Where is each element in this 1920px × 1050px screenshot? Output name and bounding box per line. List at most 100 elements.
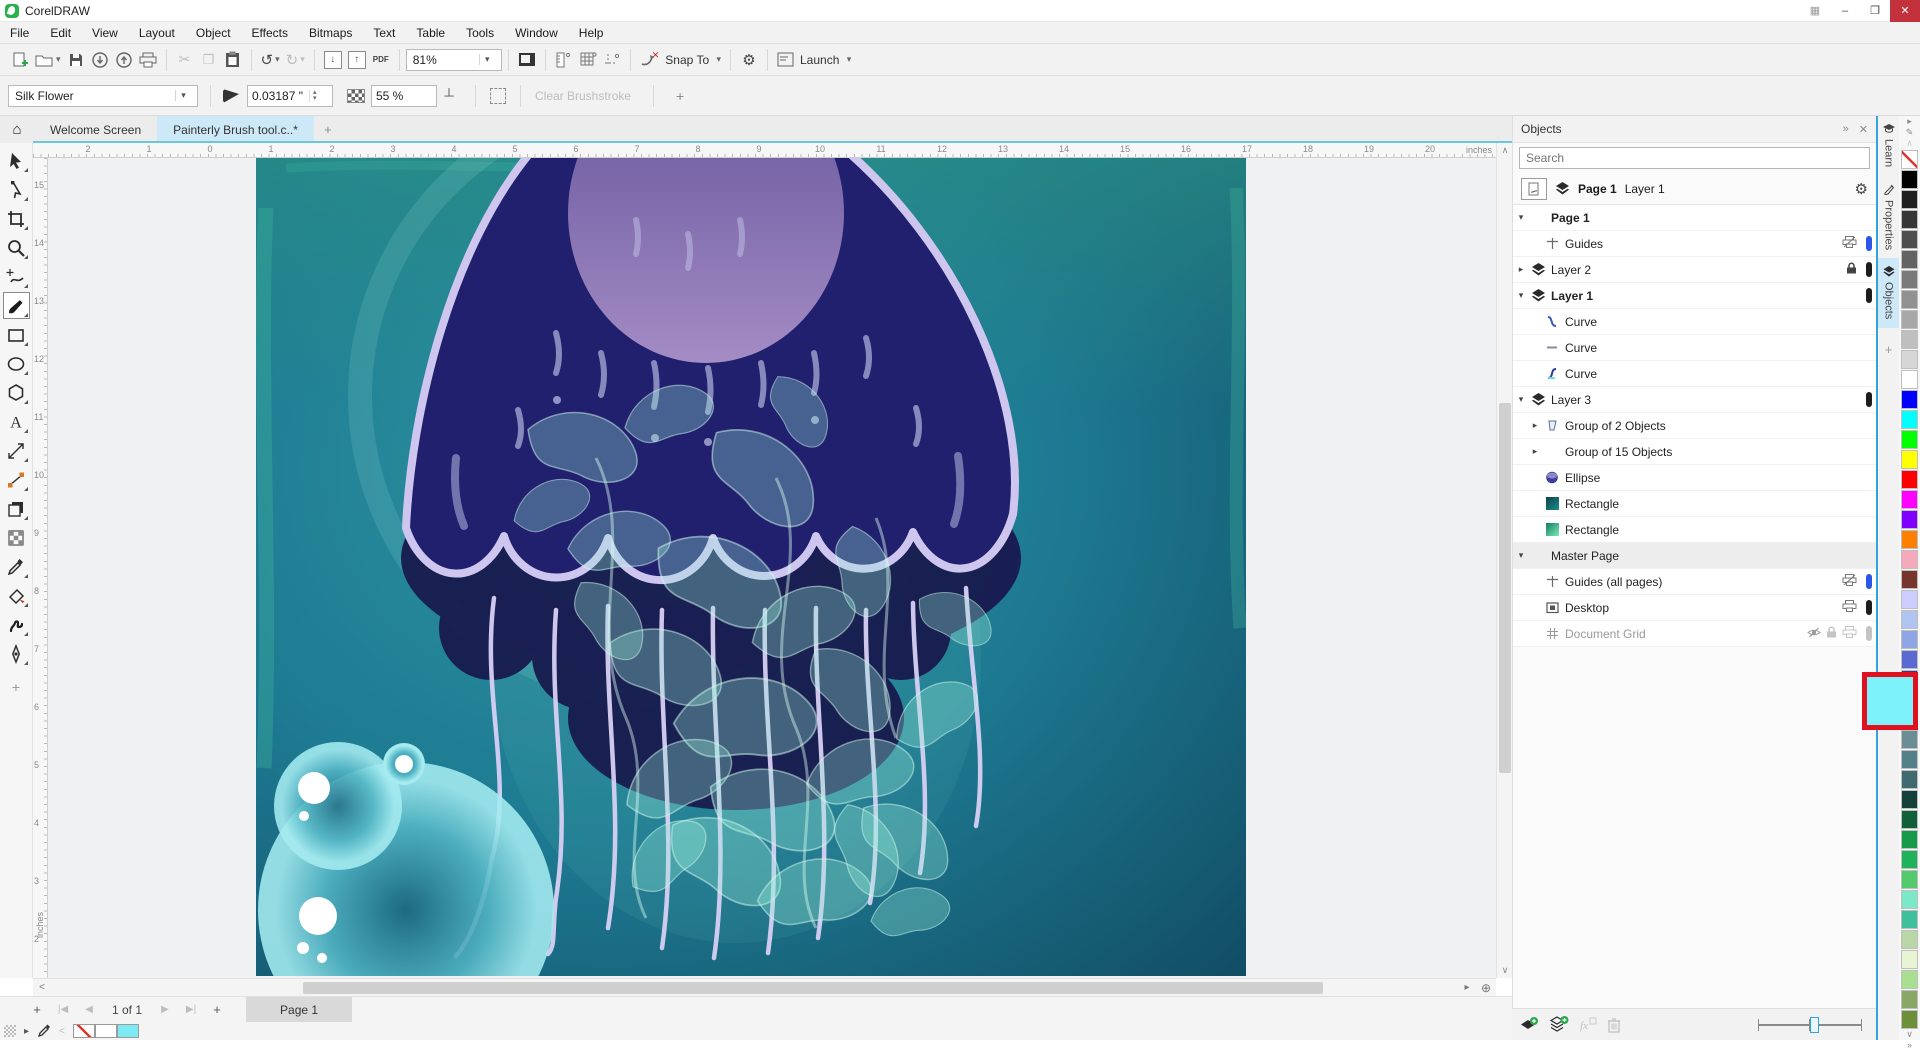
redo-button[interactable]: ↻▾ [283, 48, 308, 72]
add-page-button[interactable]: + [26, 1002, 48, 1017]
search-input[interactable] [1519, 147, 1870, 169]
shape-tool[interactable] [3, 176, 30, 203]
highlight-annotation-cyan-swatch[interactable] [1862, 672, 1918, 730]
launch-button[interactable]: Launch ▾ [774, 48, 854, 72]
tree-row-guides-all-pages-[interactable]: Guides (all pages) [1513, 569, 1876, 595]
layer-color-pill[interactable] [1866, 626, 1872, 641]
feedback-icon[interactable]: ▦ [1800, 0, 1830, 22]
tree-row-curve[interactable]: Curve [1513, 309, 1876, 335]
palette-scroll-up-icon[interactable]: ∧ [1906, 138, 1913, 149]
color-swatch[interactable] [1901, 510, 1918, 529]
layer-color-pill[interactable] [1866, 236, 1872, 251]
slider-thumb[interactable] [1810, 1017, 1819, 1033]
color-swatch[interactable] [1901, 550, 1918, 569]
open-button[interactable]: ▾ [32, 48, 64, 72]
menu-bitmaps[interactable]: Bitmaps [309, 26, 352, 40]
color-swatch[interactable] [1901, 770, 1918, 789]
color-swatch[interactable] [1901, 850, 1918, 869]
smear-tool[interactable] [3, 611, 30, 638]
copy-button[interactable]: ❐ [197, 48, 221, 72]
tree-row-document-grid[interactable]: Document Grid [1513, 621, 1876, 647]
close-button[interactable]: ✕ [1890, 0, 1920, 22]
tree-row-group-of-2-objects[interactable]: ▸Group of 2 Objects [1513, 413, 1876, 439]
palette-expand-icon[interactable]: » [1907, 1040, 1912, 1050]
cut-button[interactable]: ✂ [173, 48, 197, 72]
lock-icon[interactable] [1846, 262, 1857, 277]
smoothing-spinner[interactable]: 55 % [371, 85, 437, 107]
customize-toolbox-button[interactable]: + [12, 679, 20, 695]
expander-icon[interactable]: ▸ [1527, 420, 1543, 431]
color-swatch[interactable] [1901, 350, 1918, 369]
layer-color-pill[interactable] [1866, 600, 1872, 615]
menu-object[interactable]: Object [196, 26, 231, 40]
tree-row-rectangle[interactable]: Rectangle [1513, 491, 1876, 517]
horizontal-scrollbar[interactable]: < ▸ ⊕ [33, 978, 1496, 996]
clear-brushstroke-button[interactable]: Clear Brushstroke [535, 89, 631, 103]
new-document-button[interactable] [8, 48, 32, 72]
expander-icon[interactable]: ▾ [1513, 394, 1529, 405]
import-dialog-button[interactable]: ↓ [321, 48, 345, 72]
paste-button[interactable] [221, 48, 245, 72]
brush-style-combo[interactable]: Silk Flower ▾ [8, 85, 198, 107]
pen-tool[interactable] [3, 640, 30, 667]
text-tool[interactable]: A [3, 408, 30, 435]
options-gear-button[interactable]: ⚙ [737, 48, 761, 72]
shadow-tool[interactable] [3, 495, 30, 522]
menu-window[interactable]: Window [515, 26, 558, 40]
menu-view[interactable]: View [92, 26, 118, 40]
color-swatch[interactable] [1901, 610, 1918, 629]
tree-row-curve[interactable]: Curve [1513, 361, 1876, 387]
color-swatch-none[interactable] [1901, 150, 1918, 169]
color-swatch[interactable] [1901, 530, 1918, 549]
palette-flyout-icon[interactable]: ▸ [1907, 116, 1912, 127]
doc-tab-active[interactable]: Painterly Brush tool.c..* [157, 116, 314, 143]
tree-row-group-of-15-objects[interactable]: ▸Group of 15 Objects [1513, 439, 1876, 465]
color-swatch[interactable] [1901, 410, 1918, 429]
tree-row-layer-2[interactable]: ▸Layer 2 [1513, 257, 1876, 283]
expander-icon[interactable]: ▾ [1513, 212, 1529, 223]
scroll-right-icon[interactable]: ▸ [1458, 982, 1476, 993]
expander-icon[interactable]: ▸ [1513, 264, 1529, 275]
effects-button-disabled[interactable]: fx [1579, 1017, 1597, 1032]
menu-file[interactable]: File [10, 26, 29, 40]
color-swatch[interactable] [1901, 890, 1918, 909]
color-swatch[interactable] [1901, 830, 1918, 849]
chevron-down-icon[interactable]: ▾ [479, 54, 495, 65]
color-swatch[interactable] [1901, 570, 1918, 589]
side-tab-objects[interactable]: Objects [1878, 258, 1899, 327]
brushstroke-bounds-icon[interactable] [490, 88, 506, 104]
color-swatch[interactable] [1901, 370, 1918, 389]
vertical-scrollbar[interactable]: ∧ ∨ [1496, 143, 1512, 978]
color-swatch[interactable] [1901, 970, 1918, 989]
save-button[interactable] [64, 48, 88, 72]
add-docker-button[interactable]: + [1878, 342, 1899, 357]
pick-tool[interactable] [3, 147, 30, 174]
tree-row-master-page[interactable]: ▾Master Page [1513, 543, 1876, 569]
expander-icon[interactable]: ▾ [1513, 550, 1529, 561]
first-page-button[interactable]: |◀ [52, 1004, 74, 1015]
gear-icon[interactable]: ⚙ [1855, 180, 1868, 198]
export-dialog-button[interactable]: ↑ [345, 48, 369, 72]
color-swatch[interactable] [1901, 630, 1918, 649]
color-swatch[interactable] [1901, 870, 1918, 889]
snap-off-icon[interactable]: ✕ [637, 48, 663, 72]
color-swatch[interactable] [1901, 810, 1918, 829]
page-tab[interactable]: Page 1 [246, 997, 352, 1023]
tree-row-page-1[interactable]: ▾Page 1 [1513, 205, 1876, 231]
snap-to-dropdown[interactable]: Snap To ▾ [662, 48, 724, 72]
delete-button-disabled[interactable] [1607, 1017, 1621, 1033]
menu-help[interactable]: Help [579, 26, 604, 40]
page-thumbnail-icon[interactable] [1521, 178, 1547, 200]
fill-color-swatch-cyan[interactable] [117, 1024, 139, 1038]
color-swatch[interactable] [1901, 950, 1918, 969]
color-swatch[interactable] [1901, 310, 1918, 329]
import-button[interactable] [88, 48, 112, 72]
pen-pressure-button[interactable]: ┴ [437, 84, 461, 108]
color-swatch[interactable] [1901, 730, 1918, 749]
publish-pdf-button[interactable]: PDF [369, 48, 393, 72]
menu-tools[interactable]: Tools [466, 26, 494, 40]
connector-tool[interactable] [3, 466, 30, 493]
fill-tool[interactable] [3, 582, 30, 609]
menu-table[interactable]: Table [416, 26, 445, 40]
tree-row-layer-1[interactable]: ▾Layer 1 [1513, 283, 1876, 309]
